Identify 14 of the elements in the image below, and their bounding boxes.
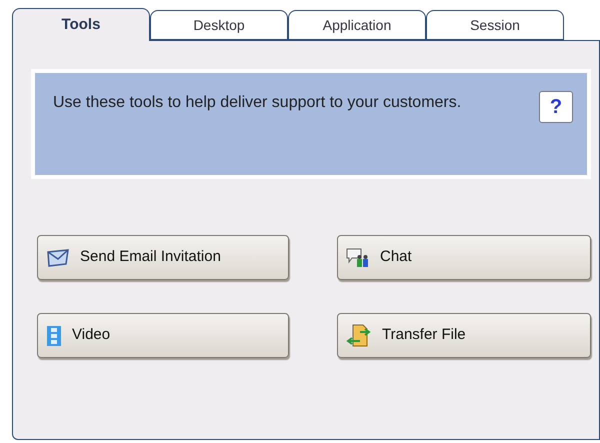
- tab[interactable]: Session: [426, 10, 564, 40]
- envelope-icon: [46, 248, 70, 268]
- film-strip-icon: [46, 324, 62, 346]
- tab[interactable]: Tools: [12, 8, 150, 41]
- file-transfer-icon: [346, 324, 372, 348]
- tool-button[interactable]: Chat: [337, 235, 591, 280]
- tool-button[interactable]: Transfer File: [337, 313, 591, 358]
- tool-button[interactable]: Send Email Invitation: [37, 235, 289, 280]
- tab[interactable]: Application: [288, 10, 426, 40]
- chat-icon: [346, 246, 370, 268]
- tab[interactable]: Desktop: [150, 10, 288, 40]
- help-button[interactable]: ?: [539, 91, 573, 123]
- info-text: Use these tools to help deliver support to your customers.: [53, 93, 462, 113]
- tool-button[interactable]: Video: [37, 313, 289, 358]
